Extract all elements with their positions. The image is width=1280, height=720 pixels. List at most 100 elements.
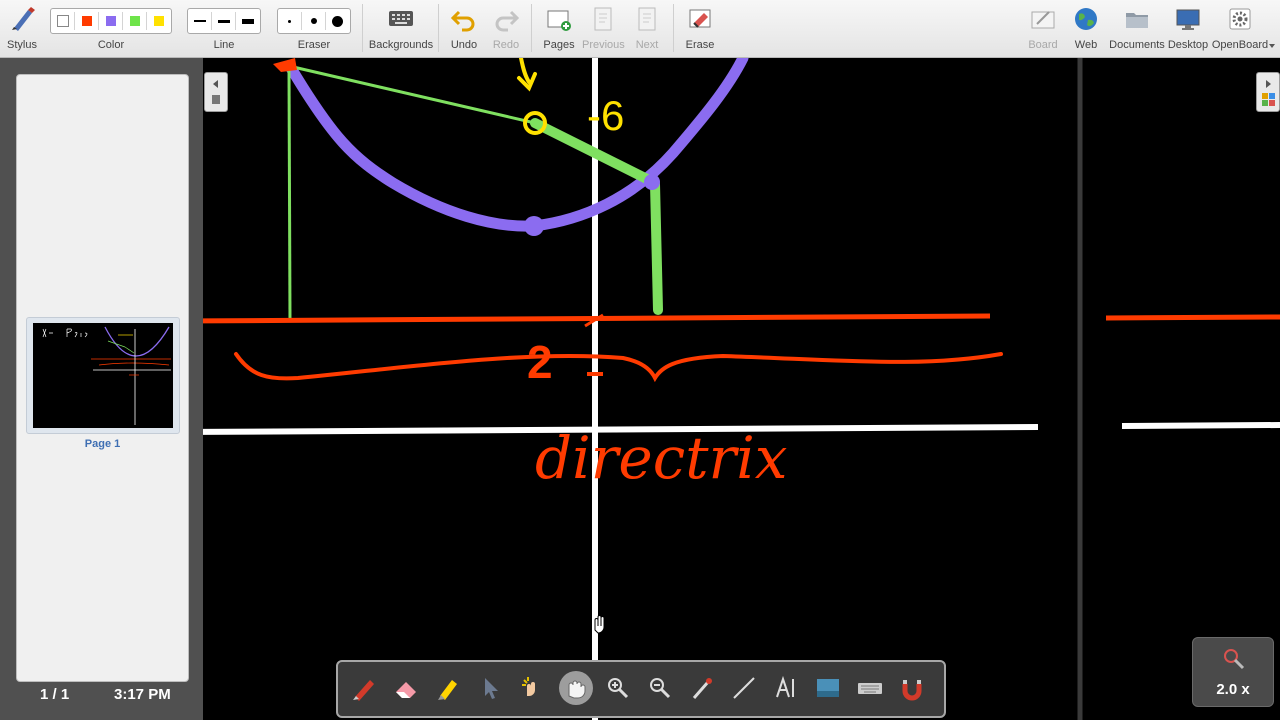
- page-counter: 1 / 1: [40, 686, 70, 703]
- eraser-icon: [396, 682, 416, 698]
- previous-button[interactable]: Previous: [582, 0, 625, 57]
- arrow-down-icon: [517, 58, 537, 92]
- zoom-out-icon: [650, 678, 671, 699]
- directrix-line-offpage: [1121, 422, 1280, 429]
- laser-pointer-tool-button[interactable]: [685, 671, 719, 705]
- right-library-tab[interactable]: [1256, 72, 1280, 112]
- eraser-large[interactable]: [326, 12, 349, 30]
- small-dot-icon: [288, 19, 291, 23]
- color-green[interactable]: [123, 12, 147, 30]
- tools-dock: [336, 660, 946, 718]
- globe-icon: [1075, 8, 1097, 30]
- erase-button[interactable]: Erase: [680, 0, 720, 57]
- openboard-menu-button[interactable]: OpenBoard: [1211, 0, 1269, 57]
- board-drawing: -6 2 directrix: [203, 58, 1280, 720]
- capture-tool-button[interactable]: [811, 671, 845, 705]
- library-icon: [1262, 80, 1275, 106]
- eraser-group: Eraser: [276, 0, 352, 57]
- arrow-cursor-icon: [485, 678, 498, 699]
- backgrounds-button[interactable]: Backgrounds: [368, 0, 434, 57]
- left-collapse-tab[interactable]: [204, 72, 228, 112]
- undo-button[interactable]: Undo: [444, 0, 484, 57]
- magnet-tool-button[interactable]: [895, 671, 929, 705]
- line-thin[interactable]: [188, 12, 212, 30]
- redo-button[interactable]: Redo: [486, 0, 526, 57]
- thick-line-icon: [241, 18, 254, 24]
- virtual-keyboard-button[interactable]: [853, 671, 887, 705]
- chevron-left-icon: [212, 80, 220, 104]
- label-directrix: directrix: [535, 424, 788, 492]
- eraser-size-selector: [277, 8, 351, 34]
- zoom-indicator[interactable]: 2.0 x: [1192, 637, 1274, 707]
- board-button[interactable]: Board: [1024, 0, 1062, 57]
- large-dot-icon: [332, 15, 343, 27]
- whiteboard-canvas[interactable]: -6 2 directrix: [203, 58, 1280, 720]
- erase-page-icon: [689, 9, 711, 28]
- zoom-level: 2.0 x: [1216, 681, 1250, 698]
- color-white[interactable]: [51, 12, 75, 30]
- page-label[interactable]: Page 1: [17, 438, 188, 450]
- eraser-medium[interactable]: [302, 12, 326, 30]
- screen-capture-icon: [817, 679, 839, 697]
- color-purple[interactable]: [99, 12, 123, 30]
- desktop-button[interactable]: Desktop: [1166, 0, 1210, 57]
- line-tool-button[interactable]: [727, 671, 761, 705]
- zoom-out-tool-button[interactable]: [643, 671, 677, 705]
- hand-cursor-icon: [594, 615, 605, 634]
- laser-pointer-icon: [692, 678, 712, 699]
- purple-swatch: [105, 16, 116, 26]
- gear-icon: [1229, 8, 1251, 30]
- yellow-swatch: [153, 16, 164, 26]
- redo-icon: [495, 10, 520, 32]
- selector-tool-button[interactable]: [473, 671, 507, 705]
- page-thumbnail-selected[interactable]: [26, 317, 180, 434]
- eraser-small[interactable]: [278, 12, 302, 30]
- medium-dot-icon: [310, 18, 317, 24]
- interact-tool-button[interactable]: [515, 671, 549, 705]
- highlighter-icon: [438, 680, 457, 700]
- pages-panel: Page 1: [16, 74, 189, 682]
- stylus-button[interactable]: Stylus: [2, 0, 42, 57]
- color-group: Color: [48, 0, 174, 57]
- toolbar-divider: [531, 4, 532, 52]
- previous-page-icon: [594, 7, 612, 31]
- add-page-icon: [547, 10, 571, 31]
- magnet-icon: [902, 680, 922, 701]
- keyboard-grid-icon: [389, 11, 413, 26]
- keyboard-icon: [858, 683, 882, 694]
- pen-tool-button[interactable]: [347, 671, 381, 705]
- curve-point: [644, 174, 660, 190]
- label-two: 2: [527, 336, 553, 388]
- clock: 3:17 PM: [114, 686, 171, 703]
- line-medium[interactable]: [212, 12, 236, 30]
- next-button[interactable]: Next: [626, 0, 668, 57]
- color-yellow[interactable]: [147, 12, 170, 30]
- text-tool-button[interactable]: [769, 671, 803, 705]
- highlighter-tool-button[interactable]: [431, 671, 465, 705]
- green-swatch: [129, 16, 140, 26]
- distance-brace: [234, 352, 1003, 383]
- documents-button[interactable]: Documents: [1108, 0, 1166, 57]
- zoom-in-tool-button[interactable]: [601, 671, 635, 705]
- hand-tool-button[interactable]: [559, 671, 593, 705]
- line-thick[interactable]: [236, 12, 259, 30]
- vertex-point: [524, 216, 544, 236]
- monitor-icon: [1176, 9, 1200, 30]
- toolbar-divider: [362, 4, 363, 52]
- white-swatch: [56, 15, 69, 27]
- chevron-down-icon[interactable]: [1268, 42, 1276, 50]
- color-red[interactable]: [75, 12, 99, 30]
- eraser-tool-button[interactable]: [389, 671, 423, 705]
- text-icon: [776, 675, 794, 698]
- line-icon: [733, 677, 755, 699]
- pages-button[interactable]: Pages: [538, 0, 580, 57]
- board-icon: [1031, 11, 1055, 29]
- medium-line-icon: [217, 19, 230, 23]
- web-button[interactable]: Web: [1066, 0, 1106, 57]
- point-to-directrix-line: [287, 67, 292, 321]
- vertical-green-segment: [650, 179, 663, 315]
- folder-icon: [1126, 13, 1148, 28]
- line-width-selector: [187, 8, 261, 34]
- pages-sidebar: Page 1: [0, 58, 203, 720]
- toolbar-divider: [438, 4, 439, 52]
